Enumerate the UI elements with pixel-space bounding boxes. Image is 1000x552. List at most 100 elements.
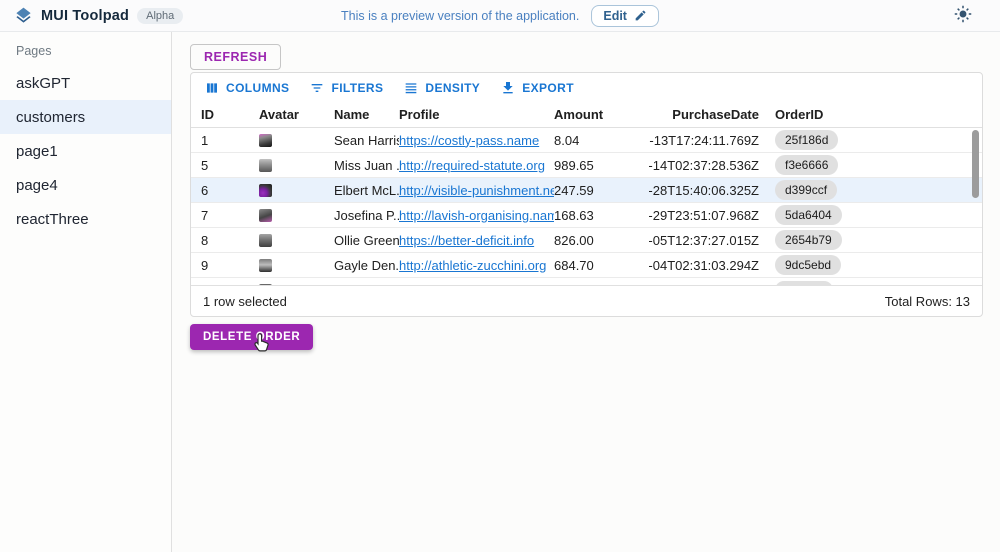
cell-name: Miss Juan ... (334, 153, 399, 177)
sidebar-header: Pages (0, 36, 171, 66)
cell-name: Elbert McL... (334, 178, 399, 202)
pencil-icon (634, 9, 647, 22)
avatar (259, 284, 272, 286)
total-rows: Total Rows: 13 (885, 294, 970, 309)
cell-purchasedate (649, 278, 759, 285)
avatar (259, 234, 272, 247)
grid-toolbar-button-label: FILTERS (331, 81, 383, 95)
cell-profile: https://better-deficit.info (399, 228, 554, 252)
cell-avatar (259, 228, 334, 252)
selection-status: 1 row selected (203, 294, 287, 309)
cell-amount: 826.00 (554, 228, 649, 252)
profile-link[interactable]: https://better-deficit.info (399, 233, 534, 248)
column-header-orderid[interactable]: OrderID (759, 102, 982, 127)
sidebar-item-label: askGPT (16, 75, 70, 92)
table-row[interactable]: 5 Miss Juan ... http://required-statute.… (191, 153, 982, 178)
table-row[interactable]: 8 Ollie Green... https://better-deficit.… (191, 228, 982, 253)
cell-avatar (259, 278, 334, 285)
filter-icon (309, 80, 325, 96)
sidebar-item[interactable]: askGPT (0, 66, 171, 100)
cell-id: 7 (191, 203, 259, 227)
orderid-chip: 9dc5ebd (775, 255, 841, 274)
profile-link[interactable]: http://lavish-organising.name (399, 208, 554, 223)
grid-header-row: IDAvatarNameProfileAmountPurchaseDateOrd… (191, 102, 982, 128)
cell-name: Ollie Green... (334, 228, 399, 252)
sidebar-item-label: customers (16, 109, 85, 126)
cell-name: Gayle Den... (334, 253, 399, 277)
cell-id: 1 (191, 128, 259, 152)
cell-purchasedate: 2045-01-28T15:40:06.325Z (649, 178, 759, 202)
cell-orderid: 9dc5ebd (759, 253, 982, 277)
avatar (259, 259, 272, 272)
column-header-purchasedate[interactable]: PurchaseDate (649, 102, 759, 127)
table-row[interactable]: 1 Sean Harris https://costly-pass.name 8… (191, 128, 982, 153)
columns-icon (204, 80, 220, 96)
vertical-scrollbar[interactable] (972, 130, 979, 198)
profile-link[interactable]: http://athletic-zucchini.org (399, 258, 546, 273)
cell-orderid (759, 278, 982, 285)
sidebar-item[interactable]: page1 (0, 134, 171, 168)
edit-button-label: Edit (603, 9, 627, 23)
orderid-chip: 2654b79 (775, 230, 842, 249)
table-row[interactable]: 6 Elbert McL... http://visible-punishmen… (191, 178, 982, 203)
cell-purchasedate: 2076-03-29T23:51:07.968Z (649, 203, 759, 227)
cell-profile: http://athletic-zucchini.org (399, 253, 554, 277)
cell-purchasedate: 2088-05-04T02:31:03.294Z (649, 253, 759, 277)
cell-id: 9 (191, 253, 259, 277)
table-row[interactable]: 9 Gayle Den... http://athletic-zucchini.… (191, 253, 982, 278)
cell-orderid: d399ccf (759, 178, 982, 202)
column-header-profile[interactable]: Profile (399, 102, 554, 127)
cell-avatar (259, 128, 334, 152)
orderid-chip: f3e6666 (775, 155, 838, 174)
sidebar-item[interactable]: customers (0, 100, 171, 134)
theme-toggle-button[interactable] (954, 5, 972, 26)
sidebar: Pages askGPT customers page1 page4 react… (0, 32, 172, 552)
grid-toolbar-button[interactable]: COLUMNS (197, 76, 296, 100)
data-grid: COLUMNS FILTERS DENSITY EXPORT IDAvatarN… (190, 72, 983, 317)
delete-order-button[interactable]: DELETE ORDER (190, 324, 313, 350)
refresh-button[interactable]: REFRESH (190, 44, 281, 70)
cell-avatar (259, 153, 334, 177)
cell-avatar (259, 203, 334, 227)
sidebar-item[interactable]: reactThree (0, 202, 171, 236)
table-row[interactable]: 7 Josefina P... http://lavish-organising… (191, 203, 982, 228)
cell-amount: 8.04 (554, 128, 649, 152)
cell-profile: https://costly-pass.name (399, 128, 554, 152)
cell-profile: http://visible-punishment.net (399, 178, 554, 202)
orderid-chip: 25f186d (775, 130, 838, 149)
column-header-id[interactable]: ID (191, 102, 259, 127)
sidebar-item-label: reactThree (16, 211, 89, 228)
cell-orderid: f3e6666 (759, 153, 982, 177)
column-header-name[interactable]: Name (334, 102, 399, 127)
grid-rows-viewport: 1 Sean Harris https://costly-pass.name 8… (191, 128, 982, 285)
app-title: MUI Toolpad (41, 8, 129, 24)
grid-toolbar-button[interactable]: FILTERS (302, 76, 390, 100)
cell-purchasedate: 1997-11-13T17:24:11.769Z (649, 128, 759, 152)
avatar (259, 159, 272, 172)
cell-orderid: 25f186d (759, 128, 982, 152)
cell-avatar (259, 253, 334, 277)
alpha-badge: Alpha (137, 8, 183, 24)
sidebar-item[interactable]: page4 (0, 168, 171, 202)
profile-link[interactable]: http://visible-punishment.net (399, 183, 554, 198)
grid-toolbar-button[interactable]: EXPORT (493, 76, 581, 100)
orderid-chip: d399ccf (775, 180, 837, 199)
avatar (259, 209, 272, 222)
cell-purchasedate: 2014-01-14T02:37:28.536Z (649, 153, 759, 177)
grid-toolbar-button[interactable]: DENSITY (396, 76, 487, 100)
table-row[interactable] (191, 278, 982, 285)
column-header-avatar[interactable]: Avatar (259, 102, 334, 127)
cell-amount: 684.70 (554, 253, 649, 277)
grid-toolbar-button-label: EXPORT (522, 81, 574, 95)
profile-link[interactable]: https://costly-pass.name (399, 133, 539, 148)
cell-profile: http://required-statute.org (399, 153, 554, 177)
orderid-chip: 5da6404 (775, 205, 842, 224)
column-header-amount[interactable]: Amount (554, 102, 649, 127)
orderid-chip (775, 281, 833, 285)
grid-footer: 1 row selected Total Rows: 13 (191, 285, 982, 316)
edit-button[interactable]: Edit (591, 5, 659, 27)
cell-id: 8 (191, 228, 259, 252)
profile-link[interactable]: http://required-statute.org (399, 158, 545, 173)
cell-profile (399, 278, 554, 285)
cell-amount (554, 278, 649, 285)
